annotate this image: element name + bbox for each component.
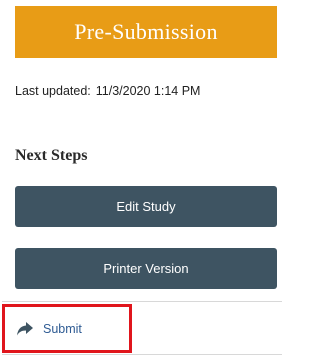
divider <box>2 354 282 355</box>
last-updated: Last updated: 11/3/2020 1:14 PM <box>15 84 200 98</box>
share-arrow-icon <box>16 321 34 337</box>
state-banner-label: Pre-Submission <box>74 19 218 44</box>
state-banner: Pre-Submission <box>15 6 277 58</box>
printer-version-button[interactable]: Printer Version <box>15 248 277 289</box>
last-updated-value: 11/3/2020 1:14 PM <box>95 84 201 98</box>
divider <box>2 301 282 302</box>
submit-activity[interactable]: Submit <box>2 304 132 353</box>
edit-study-button[interactable]: Edit Study <box>15 186 277 227</box>
next-steps-heading: Next Steps <box>15 147 88 164</box>
submit-label: Submit <box>43 321 82 336</box>
last-updated-label: Last updated: <box>15 84 91 98</box>
